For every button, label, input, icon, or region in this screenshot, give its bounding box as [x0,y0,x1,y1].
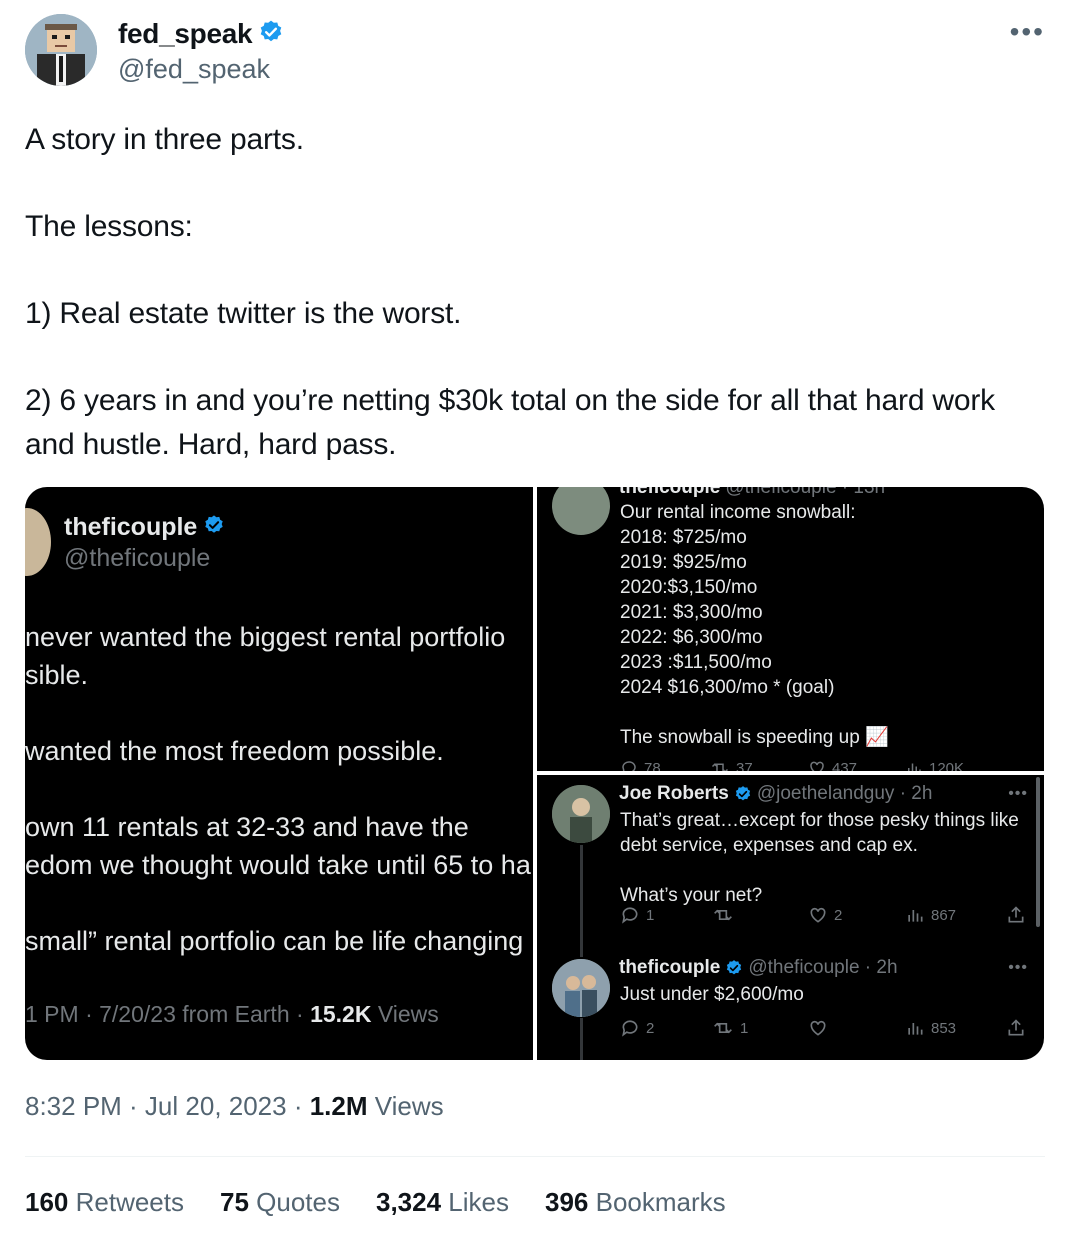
embedded-text-line: never wanted the biggest rental portfoli… [25,622,506,652]
reply-handle: @theficouple · 2h [748,957,898,978]
views-icon: 120K [905,759,964,771]
reply-display-name: theficouple [619,957,721,978]
media-image-left[interactable]: theficouple @theficouple never wanted th… [25,487,533,1060]
more-options-icon: ••• [1008,959,1028,976]
retweet-icon: 1 [712,1018,748,1038]
media-image-bottom-right[interactable]: Joe Roberts @joethelandguy · 2h ••• That… [537,775,1044,1060]
like-icon [808,1018,834,1038]
embedded-text-line: sible. [25,660,89,690]
embedded-meta: 1 PM · 7/20/23 from Earth · 15.2K Views [25,1001,439,1027]
verified-badge-icon [258,19,284,50]
reply-handle: @joethelandguy · 2h [756,783,933,804]
verified-badge-icon [727,960,742,975]
bookmarks-stat[interactable]: 396 Bookmarks [545,1187,726,1218]
scrollbar [1036,777,1040,927]
more-options-icon: ••• [1008,785,1028,802]
embedded-handle: @theficouple [64,544,211,572]
thread-line [580,845,583,957]
embedded-actions-cropped: 78 37 437 120K [620,759,1030,771]
engagement-stats: 160 Retweets 75 Quotes 3,324 Likes 396 B… [25,1187,726,1218]
reply-actions: 1 2 867 [620,905,1030,927]
share-icon [1006,1018,1026,1038]
tweet-text: A story in three parts. The lessons: 1) … [25,118,1035,466]
embedded-text-line: edom we thought would take until 65 to h… [25,850,531,880]
chart-increasing-emoji-icon: 📈 [865,727,889,748]
tweet-line: 1) Real estate twitter is the worst. [25,297,462,330]
retweet-icon: 37 [710,759,753,771]
like-icon: 437 [808,759,857,771]
retweet-icon [712,905,740,925]
quotes-stat[interactable]: 75 Quotes [220,1187,340,1218]
reply-icon: 2 [620,1018,654,1038]
embedded-text-line: wanted the most freedom possible. [25,736,444,766]
views-icon: 853 [905,1018,956,1038]
verified-badge-icon [735,786,750,801]
author-avatar[interactable] [25,14,97,86]
author-display-name[interactable]: fed_speak [118,18,253,50]
likes-stat[interactable]: 3,324 Likes [376,1187,509,1218]
like-icon: 2 [808,905,842,925]
divider [25,1156,1045,1157]
reply-body: That’s great…except for those pesky thin… [620,810,1019,906]
media-image-top-right[interactable]: theficouple @theficouple · 13h Our renta… [537,487,1044,771]
theficouple-avatar [25,508,51,576]
more-options-icon[interactable]: ••• [1010,16,1045,48]
views-icon: 867 [905,905,956,925]
tweet-header: fed_speak @fed_speak ••• [25,14,1045,90]
reply-body: Just under $2,600/mo [620,984,804,1005]
reply-icon: 78 [620,759,661,771]
retweets-stat[interactable]: 160 Retweets [25,1187,184,1218]
tweet-line: A story in three parts. [25,123,304,156]
embedded-text-line: small” rental portfolio can be life chan… [25,926,524,956]
tweet-line: The lessons: [25,210,193,243]
media-grid: theficouple @theficouple never wanted th… [25,487,1044,1060]
reply-actions: 2 1 853 [620,1018,1030,1040]
share-icon [1006,905,1026,925]
reply-icon: 1 [620,905,654,925]
theficouple-avatar [552,487,610,535]
tweet-timestamp[interactable]: 8:32 PM · Jul 20, 2023 · 1.2M Views [25,1091,444,1122]
embedded-display-name: theficouple [64,513,198,541]
tweet-line: 2) 6 years in and you’re netting $30k to… [25,384,995,461]
embedded-header-cropped: theficouple @theficouple · 13h [619,487,886,498]
theficouple-avatar [552,959,610,1017]
joe-roberts-avatar [552,785,610,843]
reply-header: Joe Roberts @joethelandguy · 2h [619,783,932,805]
author-handle[interactable]: @fed_speak [118,54,270,85]
reply-header: theficouple @theficouple · 2h [619,957,898,979]
thread-line [580,1018,583,1060]
embedded-tweet-body: Our rental income snowball: 2018: $725/m… [620,502,889,748]
reply-display-name: Joe Roberts [619,783,729,804]
verified-badge-icon [203,514,225,541]
embedded-text-line: own 11 rentals at 32-33 and have the [25,812,469,842]
